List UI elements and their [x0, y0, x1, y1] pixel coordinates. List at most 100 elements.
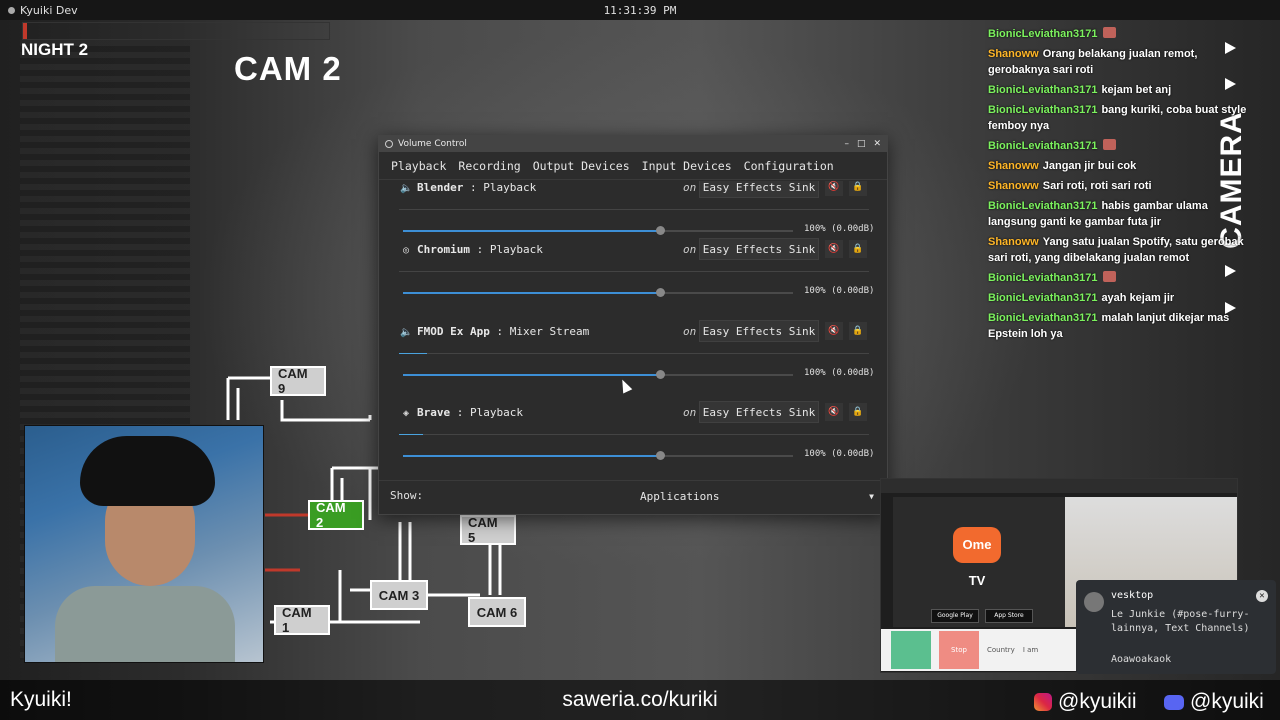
- close-button[interactable]: ✕: [873, 139, 881, 149]
- app-store-badge[interactable]: App Store: [985, 609, 1033, 623]
- tab-configuration[interactable]: Configuration: [738, 159, 840, 173]
- stream-state: on: [683, 181, 697, 194]
- speaker-icon: 🔈: [400, 183, 413, 194]
- meter-track: [399, 271, 869, 272]
- cam-6-button[interactable]: CAM 6: [468, 597, 526, 627]
- chat-username: Shanoww: [988, 48, 1039, 60]
- volume-slider-handle[interactable]: [656, 370, 666, 379]
- stream-app: Chromium: [417, 243, 470, 256]
- volume-slider-fill: [403, 230, 661, 232]
- volume-slider-handle[interactable]: [656, 288, 666, 297]
- volume-slider-handle[interactable]: [656, 451, 666, 460]
- chat-message: Shanoww Jangan jir bui cok: [988, 158, 1256, 174]
- night-progress-bar: [22, 22, 330, 40]
- vesktop-notification[interactable]: vesktop ✕ Le Junkie (#pose-furry-lainnya…: [1076, 580, 1276, 674]
- tab-playback[interactable]: Playback: [385, 159, 452, 173]
- cam-5-label: CAM 5: [468, 515, 498, 545]
- emote-icon: [1103, 271, 1117, 282]
- cam-1-button[interactable]: CAM 1: [274, 605, 330, 635]
- stream-app: Blender: [417, 181, 464, 194]
- tab-output-devices[interactable]: Output Devices: [527, 159, 636, 173]
- stream-state: on: [683, 243, 697, 256]
- stream-name: FMOD Ex App : Mixer Stream: [417, 325, 589, 338]
- chat-message: BionicLeviathan3171: [988, 138, 1256, 154]
- meter-track: [399, 209, 869, 210]
- stream-row: ◈ Brave : Playback on Easy Effects Sink 🔇 🔒 10…: [379, 400, 889, 476]
- show-select[interactable]: Applications ▼: [636, 485, 876, 507]
- notification-title: vesktop: [1111, 590, 1154, 601]
- mute-button[interactable]: 🔇: [825, 240, 843, 258]
- sink-select[interactable]: Easy Effects Sink: [699, 181, 819, 198]
- maximize-button[interactable]: □: [857, 139, 866, 149]
- mute-button[interactable]: 🔇: [825, 403, 843, 421]
- discord-icon: [1164, 694, 1184, 710]
- sink-select-value: Easy Effects Sink: [702, 405, 816, 419]
- tab-input-devices[interactable]: Input Devices: [636, 159, 738, 173]
- discord-text: @kyuiki: [1190, 690, 1264, 713]
- volume-slider[interactable]: [403, 226, 793, 235]
- mute-button[interactable]: 🔇: [825, 181, 843, 196]
- lock-channels-button[interactable]: 🔒: [849, 181, 867, 196]
- chat-message: Shanoww Orang belakang jualan remot, gero…: [988, 46, 1256, 78]
- chat-message: Shanoww Sari roti, roti sari roti: [988, 178, 1256, 194]
- window-titlebar[interactable]: Volume Control – □ ✕: [379, 136, 887, 152]
- volume-percent: 100% (0.00dB): [804, 449, 875, 459]
- volume-slider[interactable]: [403, 288, 793, 297]
- country-selector[interactable]: Country: [987, 646, 1015, 654]
- mute-button[interactable]: 🔇: [825, 322, 843, 340]
- night-label: NIGHT 2: [21, 40, 89, 59]
- cam-2-label: CAM 2: [316, 500, 346, 530]
- chat-text: ayah kejam jir: [1101, 292, 1175, 304]
- google-play-badge[interactable]: Google Play: [931, 609, 979, 623]
- stream-kind: Playback: [489, 243, 543, 256]
- chat-message: BionicLeviathan3171 habis gambar ulama la…: [988, 198, 1256, 230]
- volume-percent: 100% (0.00dB): [804, 286, 875, 296]
- dropdown-caret-icon: ▼: [869, 491, 874, 501]
- stop-button[interactable]: Stop: [939, 631, 979, 669]
- cam-5-button[interactable]: CAM 5: [460, 515, 516, 545]
- chat-text: kejam bet anj: [1101, 84, 1172, 96]
- volume-slider[interactable]: [403, 451, 793, 460]
- start-button[interactable]: [891, 631, 931, 669]
- close-icon[interactable]: ✕: [1256, 590, 1268, 602]
- stream-kind: Playback: [470, 406, 523, 419]
- chat-username: BionicLeviathan3171: [988, 28, 1098, 40]
- lock-channels-button[interactable]: 🔒: [849, 322, 867, 340]
- sink-select[interactable]: Easy Effects Sink: [699, 238, 819, 260]
- sink-select-value: Easy Effects Sink: [702, 242, 816, 256]
- chat-username: BionicLeviathan3171: [988, 292, 1098, 304]
- cam-2-button[interactable]: CAM 2: [308, 500, 364, 530]
- cam-1-label: CAM 1: [282, 605, 312, 635]
- sink-select[interactable]: Easy Effects Sink: [699, 401, 819, 423]
- camera-title: CAM 2: [234, 50, 342, 87]
- emote-icon: [1103, 139, 1117, 150]
- stream-state: on: [683, 325, 697, 338]
- gender-selector[interactable]: I am: [1023, 646, 1038, 654]
- sink-select[interactable]: Easy Effects Sink: [699, 320, 819, 342]
- ometv-panel: Ome TV Google Play App Store: [893, 497, 1065, 627]
- show-select-value: Applications: [640, 489, 720, 503]
- lock-channels-button[interactable]: 🔒: [849, 403, 867, 421]
- browser-bar: [881, 479, 1237, 493]
- stream-name: Chromium : Playback: [417, 243, 543, 256]
- chat-username: BionicLeviathan3171: [988, 104, 1098, 116]
- lock-channels-button[interactable]: 🔒: [849, 240, 867, 258]
- chromium-icon: ◎: [402, 245, 410, 256]
- sink-select-value: Easy Effects Sink: [702, 181, 816, 194]
- stream-list: 🔈 Blender : Playback on Easy Effects Sink 🔇 🔒…: [379, 181, 889, 476]
- minimize-button[interactable]: –: [844, 139, 849, 149]
- streamer-webcam: [24, 425, 264, 663]
- volume-app-icon: [385, 140, 393, 148]
- chat-message: BionicLeviathan3171 ayah kejam jir: [988, 290, 1256, 306]
- cam-3-button[interactable]: CAM 3: [370, 580, 428, 610]
- volume-slider-fill: [403, 455, 661, 457]
- volume-slider[interactable]: [403, 370, 793, 379]
- chat-username: BionicLeviathan3171: [988, 312, 1098, 324]
- chat-username: Shanoww: [988, 236, 1039, 248]
- volume-slider-handle[interactable]: [656, 226, 666, 235]
- chat-username: BionicLeviathan3171: [988, 200, 1098, 212]
- tab-recording[interactable]: Recording: [452, 159, 526, 173]
- instagram-icon: [1034, 693, 1052, 711]
- cam-6-label: CAM 6: [476, 604, 518, 620]
- cam-9-button[interactable]: CAM 9: [270, 366, 326, 396]
